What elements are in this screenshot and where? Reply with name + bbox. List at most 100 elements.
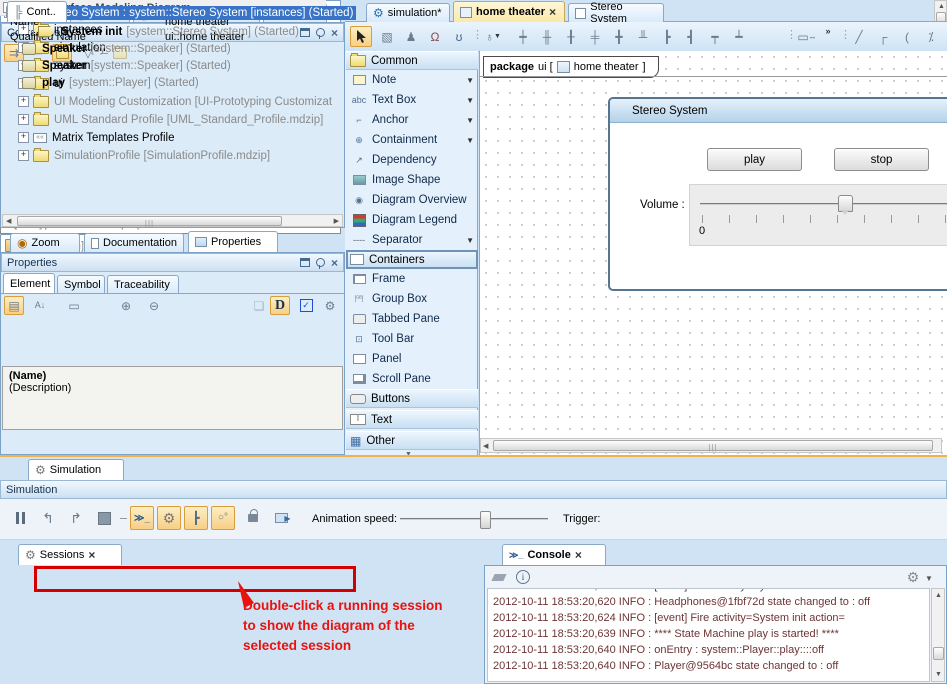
canvas-horizontal-scrollbar[interactable]: ◀ ||| — [480, 438, 942, 453]
chevron-down-icon[interactable]: ▼ — [925, 574, 933, 583]
chevron-down-icon[interactable]: ▼ — [466, 236, 474, 245]
align-top-button[interactable]: ╨ — [632, 26, 654, 47]
show-description-button[interactable]: ▭ — [64, 296, 84, 315]
console-log[interactable]: 2012-10-11 18:53:20,620 INFO : [event] F… — [487, 588, 930, 682]
tree-horizontal-scrollbar[interactable]: ◀ ||| ▶ — [2, 214, 343, 227]
line-straight-button[interactable]: ╱ — [848, 26, 870, 47]
package-header-tab[interactable]: package ui [ home theater ] — [483, 56, 659, 78]
console-vertical-scrollbar[interactable]: ▲ ▼ — [931, 588, 945, 682]
palette-item-anchor[interactable]: ⌐ Anchor▼ — [346, 110, 478, 130]
toggle-variables-button[interactable]: ○° — [211, 506, 235, 530]
expand-toggle[interactable]: + — [18, 132, 29, 143]
close-icon[interactable]: × — [331, 27, 338, 39]
tab-console[interactable]: ≫_ Console × — [502, 544, 606, 565]
close-icon[interactable]: × — [331, 257, 338, 269]
toggle-console-button[interactable]: ≫_ — [130, 506, 154, 530]
toolbar-overflow-button[interactable]: » — [820, 24, 836, 38]
console-settings-gear-icon[interactable]: ⚙ — [903, 568, 923, 586]
chevron-down-icon[interactable]: ▼ — [466, 76, 474, 85]
expand-all-button[interactable]: ⊕ — [116, 296, 136, 315]
diagram-canvas[interactable]: package ui [ home theater ] Stereo Syste… — [479, 51, 947, 455]
palette-item-diagram-overview[interactable]: ◉ Diagram Overview — [346, 190, 478, 210]
slider-track[interactable] — [700, 203, 947, 205]
toggle-simulation-button[interactable]: ⚙ — [157, 506, 181, 530]
tree-item-simulationprofile[interactable]: + SimulationProfile [SimulationProfile.m… — [18, 147, 270, 151]
play-button[interactable]: play — [707, 148, 802, 171]
horizontal-splitter[interactable] — [0, 455, 947, 457]
palette-item-containment[interactable]: ⊕ Containment▼ — [346, 130, 478, 150]
select-cursor-button[interactable] — [350, 26, 372, 47]
lock-button[interactable] — [241, 506, 265, 530]
marquee-select-button[interactable]: ▧ — [376, 26, 398, 47]
layout-dropdown-button[interactable]: ♁▼ — [478, 26, 508, 47]
info-filter-button[interactable]: i — [513, 568, 533, 586]
palette-item-dependency[interactable]: ↗ Dependency — [346, 150, 478, 170]
palette-item-group-box[interactable]: [ᴳᴮ] Group Box — [346, 289, 478, 309]
palette-item-text-box[interactable]: abc Text Box▼ — [346, 90, 478, 110]
palette-item-scroll-pane[interactable]: Scroll Pane — [346, 369, 478, 389]
line-rectilinear-button[interactable]: ┌ — [872, 26, 894, 47]
step-into-button[interactable]: ↰ — [36, 506, 60, 530]
stamp-mode-button[interactable]: ♟ — [400, 26, 422, 47]
stereo-system-frame[interactable]: Stereo System play stop Volume : 0 — [608, 97, 947, 291]
close-icon[interactable]: × — [88, 549, 95, 561]
default-value-button[interactable]: D — [270, 296, 290, 315]
animation-speed-thumb[interactable] — [480, 511, 491, 529]
step-over-button[interactable]: ↱ — [64, 506, 88, 530]
chevron-down-icon[interactable]: ▼ — [466, 136, 474, 145]
palette-item-frame[interactable]: Frame — [346, 269, 478, 289]
align-right-button[interactable]: ┫ — [680, 26, 702, 47]
magnet-all-button[interactable]: ʊ — [448, 26, 470, 47]
close-icon[interactable]: × — [549, 6, 556, 18]
tab-zoom[interactable]: ◉ Zoom — [10, 233, 80, 252]
palette-item-diagram-legend[interactable]: Diagram Legend — [346, 210, 478, 230]
sort-alphabetically-button[interactable]: A↓ — [30, 296, 50, 315]
animation-speed-track[interactable] — [400, 518, 548, 520]
tab-simulation-panel[interactable]: ⚙ Simulation — [28, 459, 124, 480]
center-h-button[interactable]: ╂ — [560, 26, 582, 47]
pause-button[interactable] — [8, 506, 32, 530]
expand-toggle[interactable]: + — [18, 150, 29, 151]
tab-traceability[interactable]: Traceability — [107, 275, 179, 294]
chevron-down-icon[interactable]: ▼ — [466, 96, 474, 105]
tab-stereo-system-diagram[interactable]: Stereo System — [568, 3, 664, 22]
close-icon[interactable]: × — [575, 549, 582, 561]
palette-section-common[interactable]: Common — [346, 51, 478, 70]
tree-item-uml-standard-profile[interactable]: + UML Standard Profile [UML_Standard_Pro… — [18, 111, 323, 128]
palette-item-note[interactable]: Note▼ — [346, 70, 478, 90]
tree-item-ui-modeling-customization[interactable]: + UI Modeling Customization [UI-Prototyp… — [18, 93, 332, 110]
tab-home-theater-diagram[interactable]: home theater × — [453, 1, 565, 22]
pin-icon[interactable] — [316, 258, 325, 267]
palette-section-other[interactable]: ▦Other — [346, 431, 478, 450]
checkbox-mode-button[interactable]: ✓ — [296, 296, 316, 315]
make-same-size-button[interactable]: ▭↔ — [794, 26, 820, 47]
tab-sessions[interactable]: ⚙ Sessions × — [18, 544, 122, 565]
align-bottom-button[interactable]: ┯ — [704, 26, 726, 47]
chevron-down-icon[interactable]: ▼ — [466, 116, 474, 125]
tab-element[interactable]: Element — [3, 273, 55, 293]
spacing-v-button[interactable]: ╫ — [536, 26, 558, 47]
palette-item-tabbed-pane[interactable]: Tabbed Pane — [346, 309, 478, 329]
expand-toggle[interactable]: + — [18, 96, 29, 107]
spacing-h-button[interactable]: ┿ — [512, 26, 534, 47]
tree-item-matrix-templates-profile[interactable]: + «« Matrix Templates Profile — [18, 129, 175, 146]
line-oblique-button[interactable]: ⁒ — [920, 26, 942, 47]
palette-item-separator[interactable]: ---- Separator▼ — [346, 230, 478, 250]
toggle-sessions-button[interactable]: ┣ — [184, 506, 208, 530]
collapse-all-button[interactable]: ⊖ — [144, 296, 164, 315]
align-left-button[interactable]: ┣ — [656, 26, 678, 47]
tab-symbol[interactable]: Symbol — [57, 275, 105, 294]
distribute-button[interactable]: ┷ — [728, 26, 750, 47]
line-curved-button[interactable]: ( — [896, 26, 918, 47]
clear-console-button[interactable] — [489, 568, 509, 586]
categorized-view-button[interactable]: ▤ — [4, 296, 24, 315]
tab-containment[interactable]: ╠ Cont.. — [7, 1, 67, 22]
customize-wrench-button[interactable]: ⚙ — [320, 296, 340, 315]
align-middle-button[interactable]: ╪ — [584, 26, 606, 47]
palette-item-tool-bar[interactable]: ⊡ Tool Bar — [346, 329, 478, 349]
palette-section-buttons[interactable]: Buttons — [346, 389, 478, 408]
terminate-button[interactable] — [92, 506, 116, 530]
float-icon[interactable] — [300, 258, 310, 267]
slider-thumb[interactable] — [838, 195, 853, 212]
tab-properties[interactable]: Properties — [188, 231, 278, 252]
